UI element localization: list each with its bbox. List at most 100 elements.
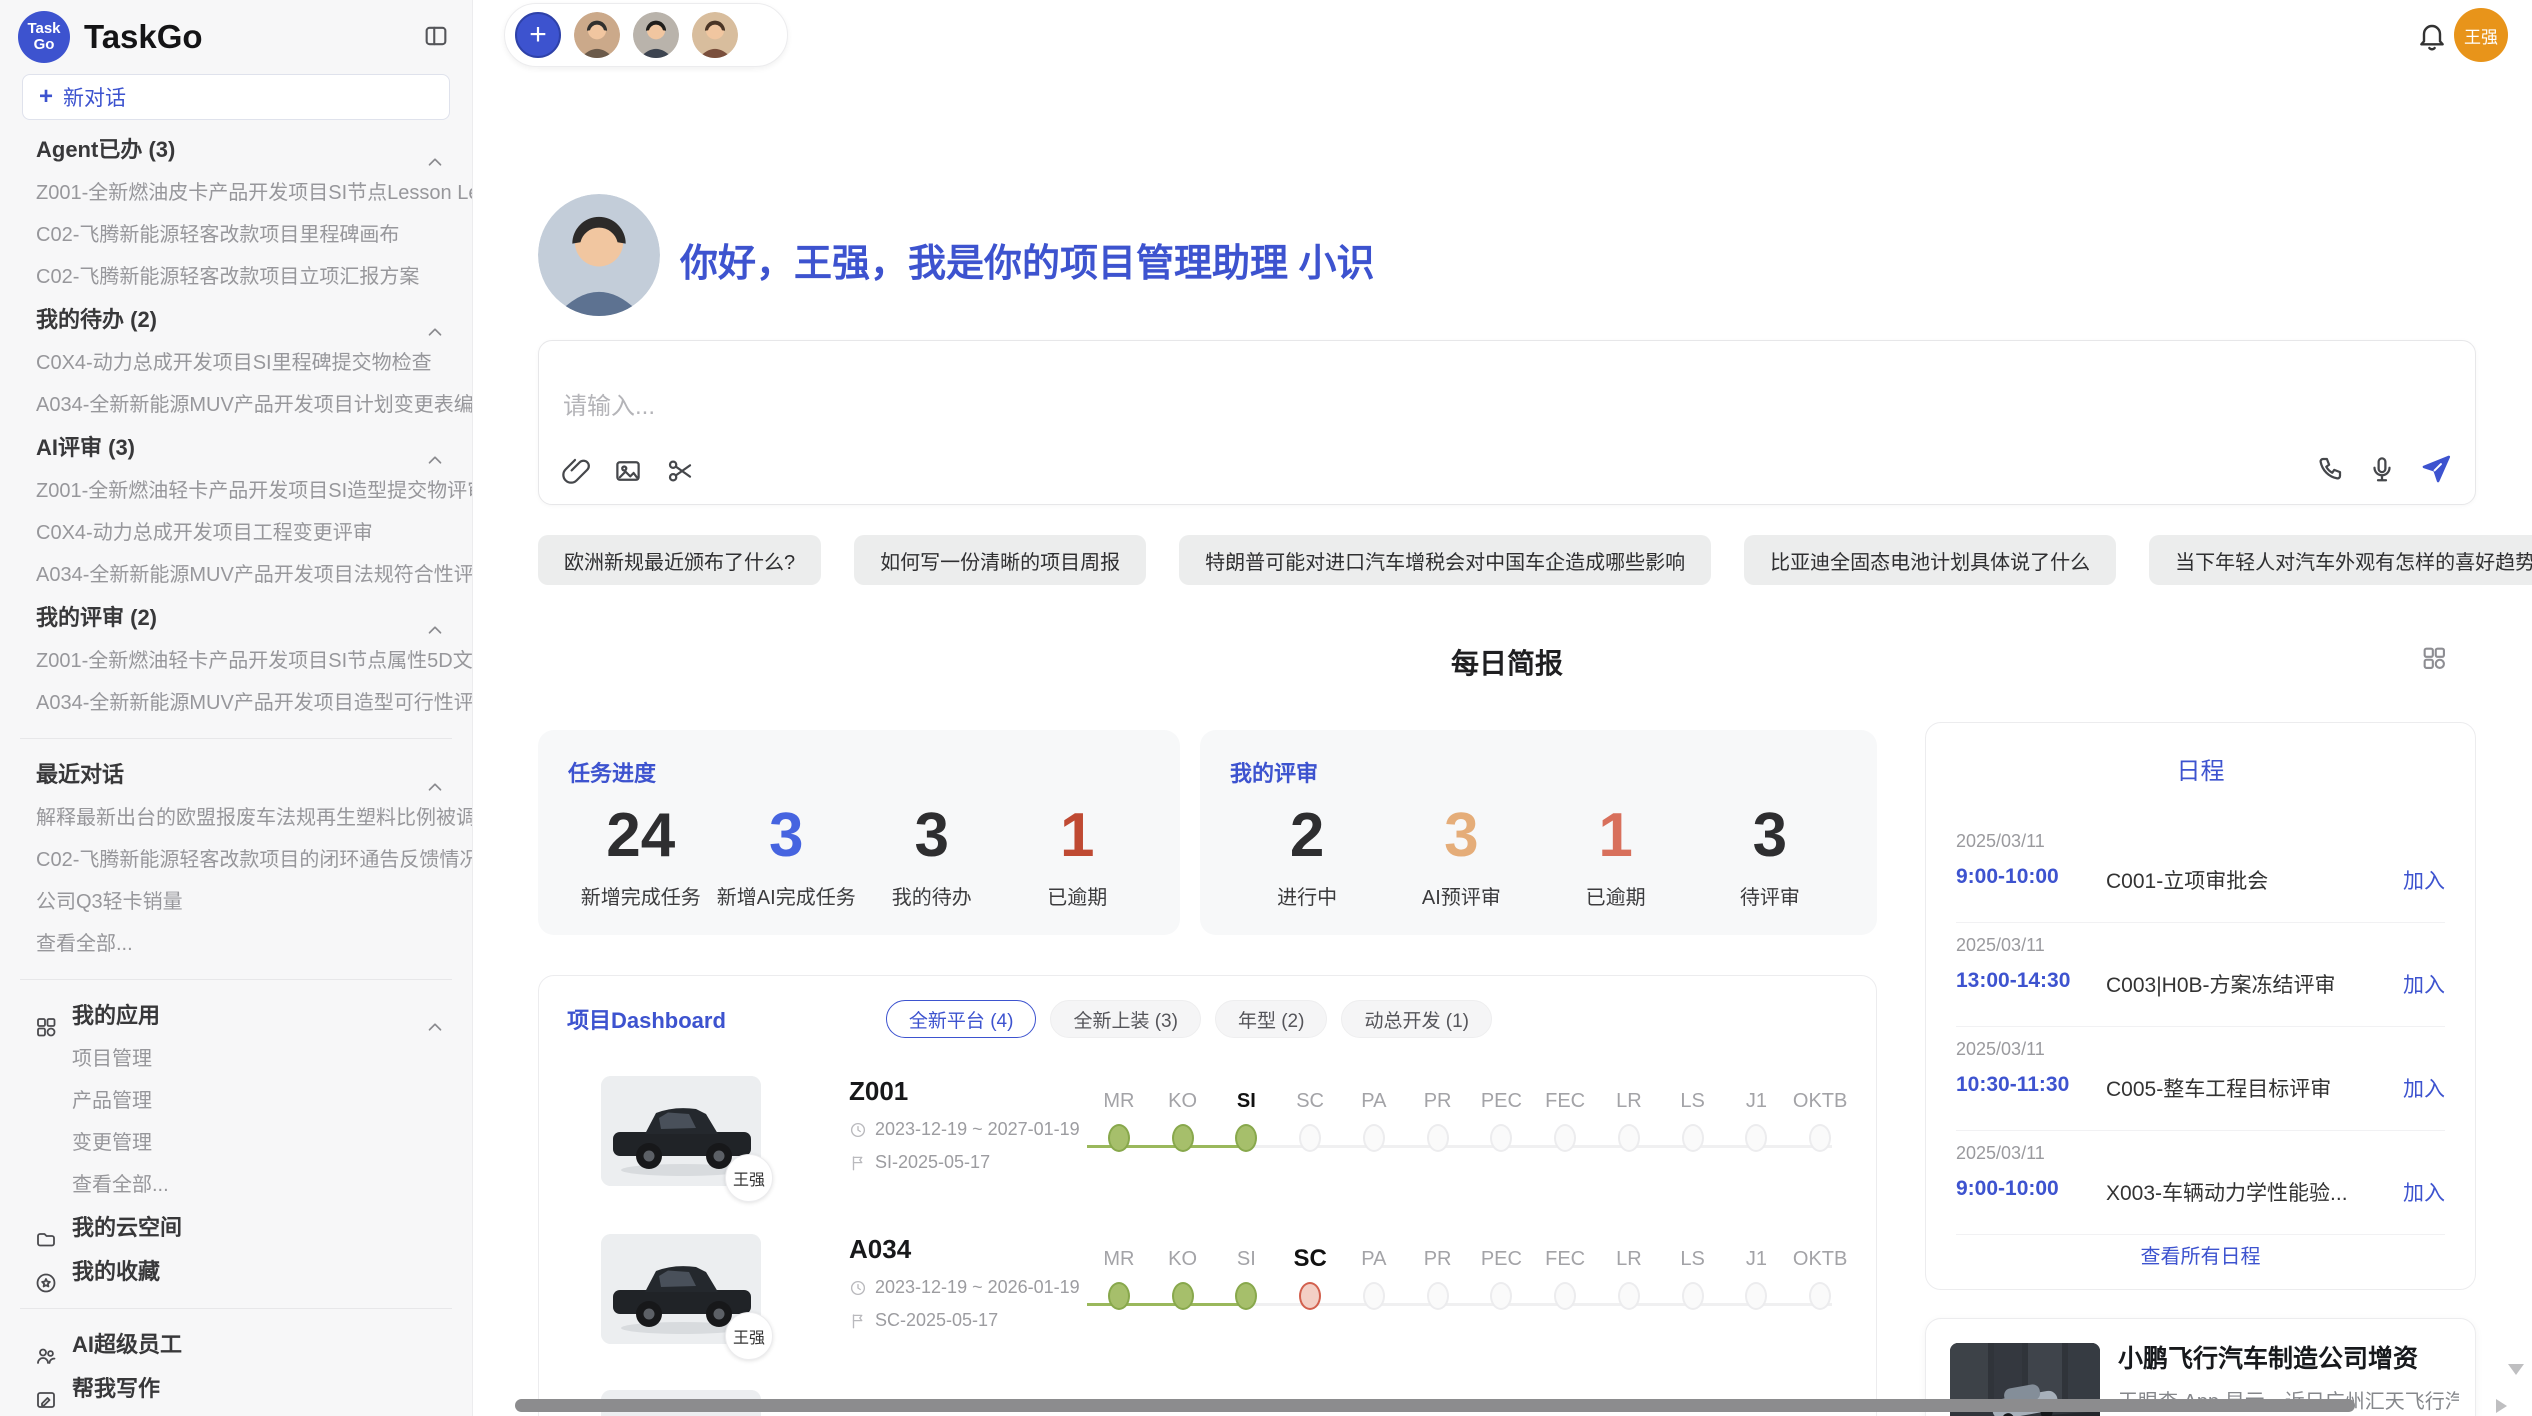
project-dates: 2023-12-19 ~ 2027-01-19 [849, 1119, 1079, 1140]
sidebar-item-project-mgmt[interactable]: 项目管理 [0, 1038, 472, 1080]
join-button[interactable]: 加入 [2403, 969, 2445, 999]
user-avatar[interactable]: 王强 [2454, 8, 2508, 62]
list-item[interactable]: Z001-全新燃油皮卡产品开发项目SI节点Lesson Learn报告 [0, 172, 472, 214]
milestone: J1 [1725, 1086, 1789, 1166]
sidebar-item-creative-draw[interactable]: 创意制图 [0, 1411, 472, 1416]
join-button[interactable]: 加入 [2403, 1073, 2445, 1103]
join-button[interactable]: 加入 [2403, 865, 2445, 895]
new-chat-label: 新对话 [63, 82, 126, 112]
agent-avatar-bar: + [504, 3, 788, 67]
schedule-date: 2025/03/11 [1956, 831, 2045, 852]
add-agent-button[interactable]: + [515, 12, 561, 58]
image-icon[interactable] [613, 456, 643, 486]
list-item[interactable]: C02-飞腾新能源轻客改款项目里程碑画布 [0, 214, 472, 256]
message-composer [538, 340, 2476, 505]
sidebar-collapse-icon[interactable] [422, 22, 450, 50]
dashboard-title: 项目Dashboard [567, 1003, 726, 1035]
avatar[interactable] [692, 12, 738, 58]
sidebar-item-my-apps[interactable]: 我的应用 [0, 994, 472, 1038]
schedule-event-title: C001-立项审批会 [2106, 865, 2268, 895]
list-item[interactable]: A034-全新新能源MUV产品开发项目计划变更表编写 [0, 384, 472, 426]
section-my-review[interactable]: 我的评审 (2) [0, 596, 472, 640]
view-all-link[interactable]: 查看全部... [0, 1164, 472, 1206]
clock-icon [849, 1119, 867, 1140]
chevron-up-icon[interactable] [424, 764, 446, 797]
section-my-todo[interactable]: 我的待办 (2) [0, 298, 472, 342]
list-item[interactable]: A034-全新新能源MUV产品开发项目造型可行性评审 [0, 682, 472, 724]
phone-icon[interactable] [2315, 454, 2345, 484]
join-button[interactable]: 加入 [2403, 1177, 2445, 1207]
suggestion-chip[interactable]: 比亚迪全固态电池计划具体说了什么 [1744, 535, 2116, 585]
list-item[interactable]: Z001-全新燃油轻卡产品开发项目SI造型提交物评审 [0, 470, 472, 512]
list-item[interactable]: C0X4-动力总成开发项目SI里程碑提交物检查 [0, 342, 472, 384]
schedule-time: 13:00-14:30 [1956, 969, 2070, 993]
notification-bell-icon[interactable] [2416, 20, 2448, 52]
list-item[interactable]: Z001-全新燃油轻卡产品开发项目SI节点属性5D文件评审 [0, 640, 472, 682]
avatar[interactable] [574, 12, 620, 58]
list-item[interactable]: 解释最新出台的欧盟报废车法规再生塑料比例被调至15%... [0, 797, 472, 839]
chevron-up-icon[interactable] [424, 1004, 446, 1038]
project-flag-date: SC-2025-05-17 [849, 1310, 1079, 1331]
project-name: Z001 [849, 1076, 1079, 1107]
milestone: PEC [1470, 1086, 1534, 1166]
section-recent-chats[interactable]: 最近对话 [0, 753, 472, 797]
list-item[interactable]: A034-全新新能源MUV产品开发项目法规符合性评审 [0, 554, 472, 596]
message-input[interactable] [563, 393, 2063, 421]
app-logo: Task Go [18, 11, 70, 63]
layout-grid-icon[interactable] [2420, 644, 2448, 672]
project-row[interactable]: 王强 A034 2023-12-19 ~ 2026-01-19 SC-2025-… [567, 1234, 1852, 1386]
card-title: 任务进度 [568, 756, 1150, 788]
schedule-entry: 2025/03/11 9:00-10:00 X003-车辆动力学性能验... 加… [1956, 1131, 2445, 1235]
schedule-entry: 2025/03/11 13:00-14:30 C003|H0B-方案冻结评审 加… [1956, 923, 2445, 1027]
chevron-up-icon[interactable] [424, 309, 446, 342]
suggestion-chip[interactable]: 如何写一份清晰的项目周报 [854, 535, 1146, 585]
view-all-link[interactable]: 查看全部... [0, 923, 472, 965]
avatar[interactable] [633, 12, 679, 58]
milestone: FEC [1533, 1086, 1597, 1166]
stat: 2 进行中 [1230, 800, 1384, 910]
suggestion-chip[interactable]: 当下年轻人对汽车外观有怎样的喜好趋势 [2149, 535, 2532, 585]
milestone: PR [1406, 1244, 1470, 1324]
app-window: Task Go TaskGo + 新对话 Agent已办 (3) Z001-全新… [0, 0, 2532, 1416]
milestone: SI [1215, 1244, 1279, 1324]
chevron-up-icon[interactable] [424, 607, 446, 640]
section-ai-review[interactable]: AI评审 (3) [0, 426, 472, 470]
suggestion-chip[interactable]: 欧洲新规最近颁布了什么? [538, 535, 821, 585]
view-all-schedule-link[interactable]: 查看所有日程 [1926, 1240, 2475, 1269]
sidebar-item-cloud-space[interactable]: 我的云空间 [0, 1206, 472, 1250]
milestone: SI [1215, 1086, 1279, 1166]
sidebar-item-favorites[interactable]: 我的收藏 [0, 1250, 472, 1294]
chevron-up-icon[interactable] [424, 139, 446, 172]
scroll-down-arrow[interactable] [2508, 1364, 2524, 1375]
milestone-track: MRKOSISCPAPRPECFECLRLSJ1OKTB [1087, 1244, 1852, 1324]
tab-new-platform[interactable]: 全新平台 (4) [886, 1000, 1037, 1038]
tab-powertrain[interactable]: 动总开发 (1) [1341, 1000, 1492, 1038]
tab-new-body[interactable]: 全新上装 (3) [1050, 1000, 1201, 1038]
project-row[interactable]: 王强 Z001 2023-12-19 ~ 2027-01-19 SI-2025-… [567, 1076, 1852, 1228]
sidebar-item-product-mgmt[interactable]: 产品管理 [0, 1080, 472, 1122]
list-item[interactable]: 公司Q3轻卡销量 [0, 881, 472, 923]
attachment-icon[interactable] [561, 456, 591, 486]
mic-icon[interactable] [2367, 454, 2397, 484]
my-review-card: 我的评审 2 进行中 3 AI预评审 1 已逾期 3 待评审 [1200, 730, 1877, 935]
scroll-right-arrow[interactable] [2496, 1399, 2507, 1413]
project-flag-date: SI-2025-05-17 [849, 1152, 1079, 1173]
chevron-up-icon[interactable] [424, 437, 446, 470]
suggestion-chip[interactable]: 特朗普可能对进口汽车增税会对中国车企造成哪些影响 [1179, 535, 1711, 585]
list-item[interactable]: C02-飞腾新能源轻客改款项目立项汇报方案 [0, 256, 472, 298]
sidebar-item-ai-super-staff[interactable]: AI超级员工 [0, 1323, 472, 1367]
horizontal-scrollbar[interactable] [515, 1399, 2355, 1412]
section-agent-done[interactable]: Agent已办 (3) [0, 128, 472, 172]
scissors-icon[interactable] [665, 456, 695, 486]
new-chat-button[interactable]: + 新对话 [22, 74, 450, 120]
tab-year-model[interactable]: 年型 (2) [1215, 1000, 1328, 1038]
flag-icon [849, 1152, 867, 1173]
list-item[interactable]: C02-飞腾新能源轻客改款项目的闭环通告反馈情况 [0, 839, 472, 881]
list-item[interactable]: C0X4-动力总成开发项目工程变更评审 [0, 512, 472, 554]
milestone: PA [1342, 1244, 1406, 1324]
schedule-time: 9:00-10:00 [1956, 865, 2059, 889]
stat: 3 待评审 [1693, 800, 1847, 910]
send-icon[interactable] [2419, 452, 2453, 486]
sidebar-item-change-mgmt[interactable]: 变更管理 [0, 1122, 472, 1164]
sidebar-item-help-write[interactable]: 帮我写作 [0, 1367, 472, 1411]
